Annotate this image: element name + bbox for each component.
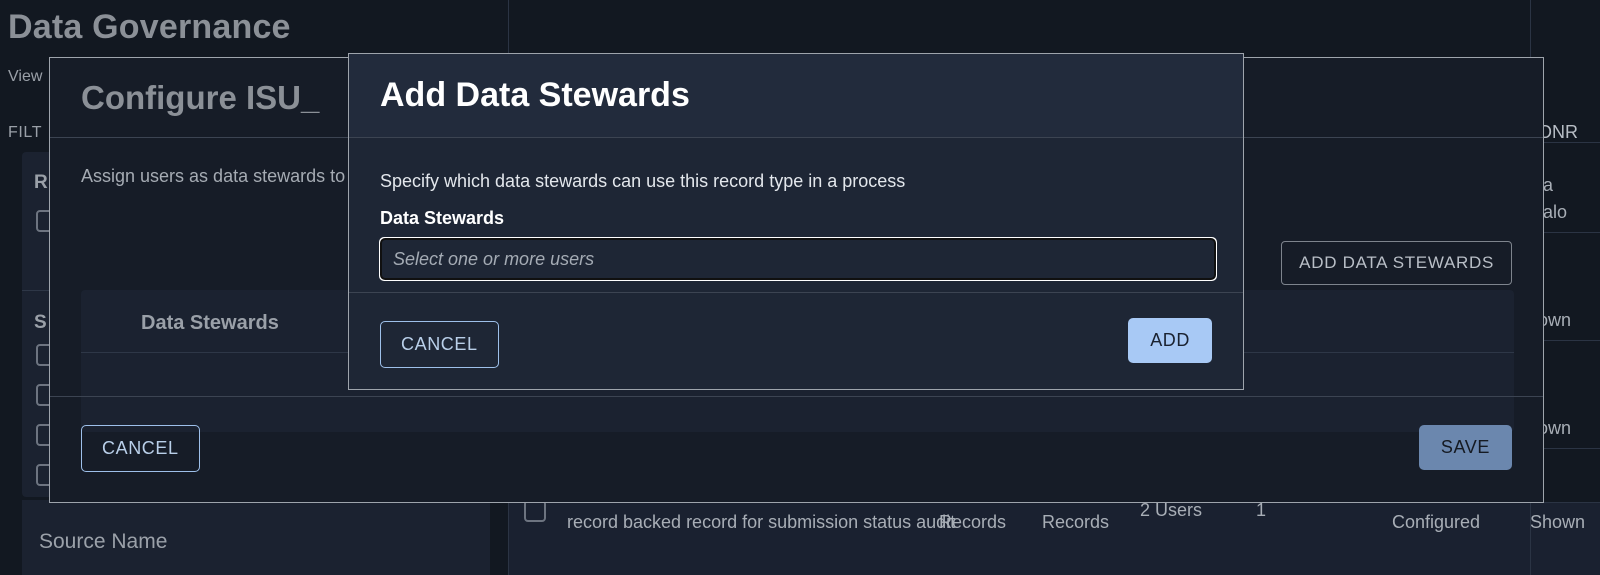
data-stewards-input[interactable] — [379, 237, 1217, 281]
table-cell-records-a: Records — [939, 512, 1007, 532]
add-dialog-cancel-button[interactable]: CANCEL — [380, 321, 499, 368]
filter-group-source-label: S — [34, 312, 47, 333]
table-cell-users: 2 Users — [1140, 500, 1203, 520]
configure-dialog-footer: CANCEL SAVE — [50, 396, 1543, 502]
configure-save-button[interactable]: SAVE — [1418, 425, 1512, 470]
data-stewards-column-header: Data Stewards — [141, 312, 279, 334]
source-name-header: Source Name — [22, 500, 490, 575]
add-dialog-footer: CANCEL ADD — [349, 292, 1243, 389]
table-cell-status: Configured — [1392, 512, 1481, 532]
add-dialog-header: Add Data Stewards — [349, 54, 1243, 138]
table-row-checkbox[interactable] — [524, 500, 546, 522]
table-cell-shown: Shown — [1530, 512, 1586, 532]
filter-section-label: FILT — [8, 124, 43, 141]
add-dialog-description: Specify which data stewards can use this… — [380, 171, 906, 191]
table-header-cell: ONR — [1538, 122, 1578, 142]
configure-dialog-title: Configure ISU_ — [81, 78, 320, 116]
add-dialog-body: Specify which data stewards can use this… — [349, 138, 1243, 292]
table-cell-description: record backed record for submission stat… — [567, 512, 956, 532]
table-cell-count: 1 — [1256, 500, 1267, 520]
add-data-stewards-dialog: Add Data Stewards Specify which data ste… — [348, 53, 1244, 390]
data-stewards-field-label: Data Stewards — [380, 208, 505, 228]
configure-cancel-button[interactable]: CANCEL — [81, 425, 200, 472]
add-data-stewards-button[interactable]: ADD DATA STEWARDS — [1281, 241, 1512, 285]
add-dialog-title: Add Data Stewards — [380, 76, 690, 114]
view-label: View — [8, 68, 43, 85]
source-name-label: Source Name — [39, 530, 168, 553]
table-cell-records-b: Records — [1042, 512, 1110, 532]
add-dialog-add-button[interactable]: ADD — [1128, 318, 1212, 363]
page-title: Data Governance — [8, 8, 291, 46]
app-root: Data Governance View FILT R S Source Nam… — [0, 0, 1600, 575]
filter-group-record-label: R — [34, 172, 48, 193]
